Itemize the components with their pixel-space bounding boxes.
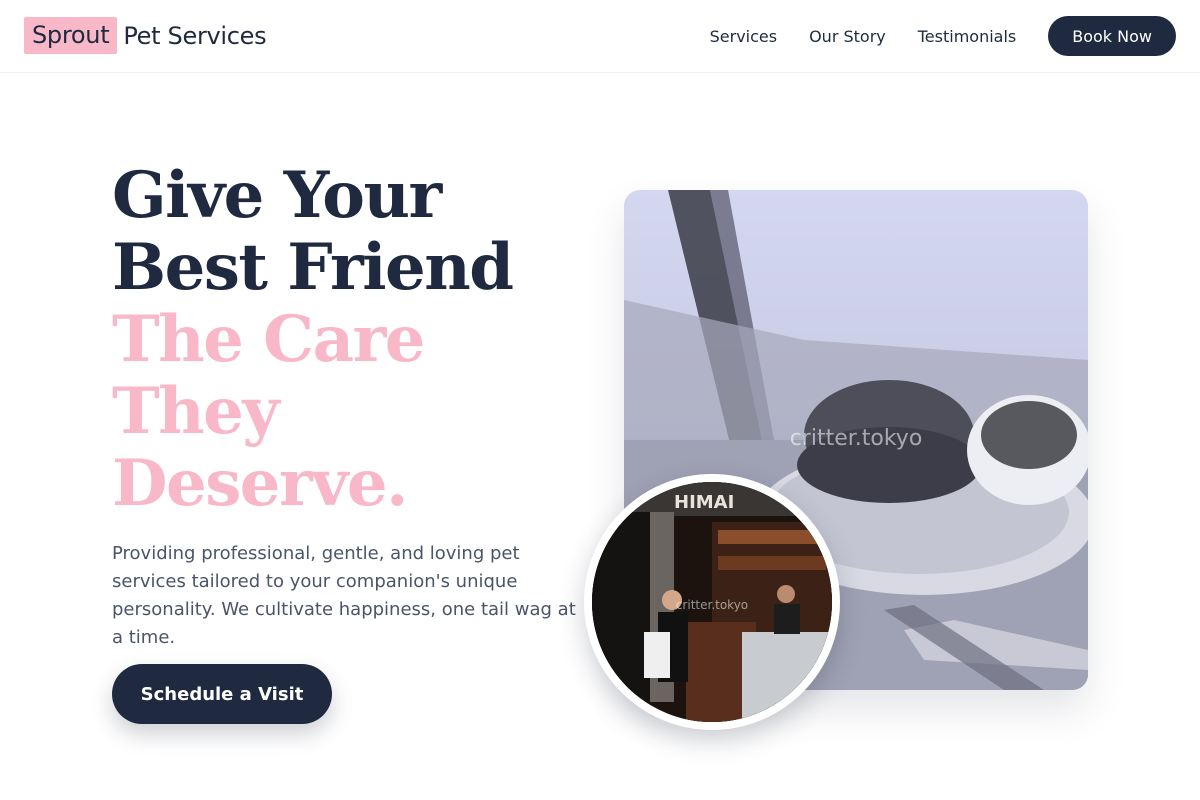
main-nav: Services Our Story Testimonials Book Now — [710, 16, 1176, 56]
nav-link-services[interactable]: Services — [710, 27, 777, 46]
headline-line-5: Deserve. — [112, 446, 408, 521]
hero-description: Providing professional, gentle, and lovi… — [112, 543, 576, 648]
headline-line-4: They — [112, 374, 280, 449]
main-photo-watermark: critter.tokyo — [789, 426, 923, 451]
logo-accent: Sprout — [24, 17, 118, 54]
site-header: Sprout Pet Services Services Our Story T… — [0, 0, 1200, 73]
nav-link-testimonials[interactable]: Testimonials — [918, 27, 1017, 46]
logo[interactable]: Sprout Pet Services — [24, 17, 267, 54]
headline-line-1: Give Your — [112, 158, 442, 233]
nav-link-our-story[interactable]: Our Story — [809, 27, 886, 46]
hero-headline: Give Your Best Friend The Care They Dese… — [112, 160, 592, 520]
schedule-visit-button[interactable]: Schedule a Visit — [112, 664, 332, 724]
headline-line-3: The Care — [112, 302, 426, 377]
book-now-button[interactable]: Book Now — [1048, 16, 1176, 56]
headline-line-2: Best Friend — [112, 230, 514, 305]
svg-text:HIMAI: HIMAI — [674, 492, 734, 513]
hero-inset-photo: HIMAI critter.tokyo — [584, 474, 840, 730]
logo-text: Pet Services — [123, 21, 267, 50]
inset-photo-watermark: critter.tokyo — [675, 598, 749, 612]
